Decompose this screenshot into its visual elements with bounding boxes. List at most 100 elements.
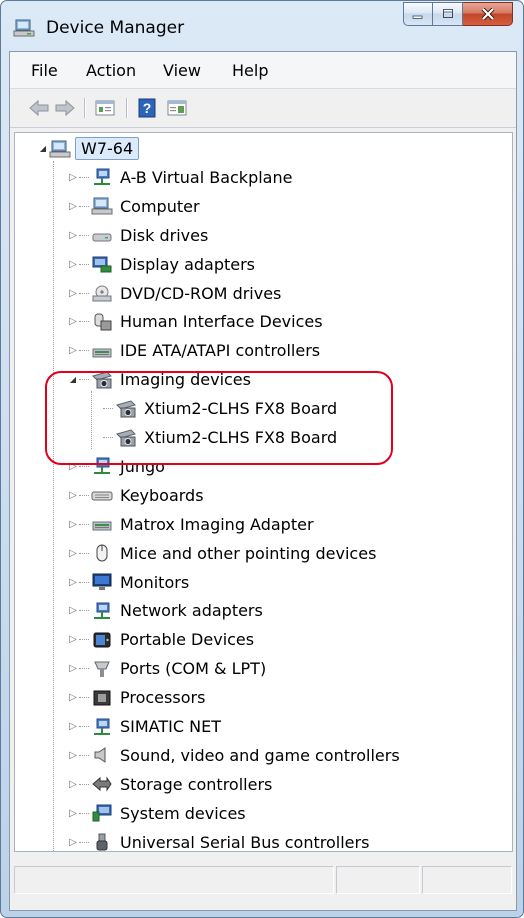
speaker-icon [91, 745, 113, 765]
tree-connector-dots [79, 494, 89, 496]
expand-arrow-icon[interactable]: ▷ [67, 605, 79, 616]
maximize-icon [442, 9, 453, 18]
expand-arrow-icon[interactable]: ▷ [67, 288, 79, 299]
processor-icon [91, 688, 113, 708]
tree-category[interactable]: ▷ Matrox Imaging Adapter [67, 510, 317, 539]
tree-category[interactable]: ▷ Monitors [67, 568, 192, 597]
tree-item-label: SIMATIC NET [120, 717, 221, 736]
expand-arrow-icon[interactable]: ▷ [67, 663, 79, 674]
device-tree[interactable]: ◢ W7-64 ▷ A-B Virtual Backplane ▷ Computer ▷ Di… [14, 132, 513, 852]
tree-category[interactable]: ▷ System devices [67, 799, 249, 828]
tree-connector-dots [79, 841, 89, 843]
tree-connector-dots [79, 292, 89, 294]
tree-category[interactable]: ▷ Processors [67, 683, 208, 712]
tree-connector-dots [79, 321, 89, 323]
expand-arrow-icon[interactable]: ▷ [67, 548, 79, 559]
tree-category[interactable]: ▷ Portable Devices [67, 625, 257, 654]
tree-item-label: Network adapters [120, 601, 263, 621]
expand-arrow-icon[interactable]: ▷ [67, 230, 79, 241]
tree-root-w7-64[interactable]: ◢ W7-64 [37, 134, 140, 163]
tree-item-label: Processors [120, 688, 206, 708]
tree-category[interactable]: ▷ SIMATIC NET [67, 712, 224, 741]
tree-item-label: DVD/CD-ROM drives [120, 283, 282, 303]
network-adapter-icon [91, 717, 113, 737]
tree-category[interactable]: ▷ Ports (COM & LPT) [67, 654, 269, 683]
ide-controller-icon [91, 514, 113, 534]
device-manager-window: Device Manager File Action View Help ? ◢… [0, 0, 524, 918]
status-bar [10, 858, 516, 902]
expand-arrow-icon[interactable]: ▷ [67, 519, 79, 530]
expand-arrow-icon[interactable]: ▷ [67, 721, 79, 732]
display-adapter-icon [91, 254, 113, 274]
tree-connector-dots [79, 754, 89, 756]
expand-arrow-icon[interactable]: ▷ [67, 259, 79, 270]
tree-category[interactable]: ▷ Disk drives [67, 221, 211, 250]
expand-arrow-icon[interactable]: ▷ [67, 490, 79, 501]
tree-category[interactable]: ▷ Display adapters [67, 250, 258, 279]
tree-connector-dots [79, 812, 89, 814]
expand-arrow-icon[interactable]: ▷ [67, 172, 79, 183]
toolbar-separator [126, 98, 128, 118]
expand-arrow-icon[interactable]: ▷ [67, 316, 79, 327]
tree-item-label: Disk drives [120, 225, 209, 245]
ide-controller-icon [91, 341, 113, 361]
tree-item-label: System devices [120, 803, 246, 823]
tree-category[interactable]: ▷ Mice and other pointing devices [67, 539, 379, 568]
tree-item-label: Sound, video and game controllers [120, 745, 400, 765]
tree-category[interactable]: ▷ Human Interface Devices [67, 307, 326, 336]
expand-arrow-icon[interactable]: ▷ [67, 201, 79, 212]
hid-icon [91, 312, 113, 332]
tree-category[interactable]: ▷ Sound, video and game controllers [67, 741, 403, 770]
tree-connector-dots [79, 581, 89, 583]
forward-button[interactable] [54, 98, 76, 118]
tree-item-label: Human Interface Devices [120, 312, 323, 332]
expand-arrow-icon[interactable]: ▷ [67, 750, 79, 761]
tree-category[interactable]: ▷ A-B Virtual Backplane [67, 163, 295, 192]
tree-connector-dots [79, 465, 89, 467]
console-tree-button[interactable] [166, 98, 188, 118]
maximize-button[interactable] [433, 2, 463, 26]
expand-arrow-icon[interactable]: ▷ [67, 577, 79, 588]
properties-button[interactable] [94, 98, 116, 118]
menu-view[interactable]: View [163, 61, 201, 80]
help-button[interactable]: ? [136, 98, 158, 118]
tree-item-label: Portable Devices [120, 630, 255, 650]
expand-arrow-icon[interactable]: ▷ [67, 779, 79, 790]
expand-arrow-icon[interactable]: ▷ [67, 808, 79, 819]
tree-connector-dots [79, 552, 89, 554]
monitor-icon [91, 572, 113, 592]
window-title: Device Manager [46, 18, 185, 38]
network-adapter-icon [91, 601, 113, 621]
tree-connector-dots [79, 639, 89, 641]
help-icon: ? [138, 98, 156, 118]
tree-category[interactable]: ▷ Keyboards [67, 481, 207, 510]
forward-arrow-icon [55, 99, 75, 117]
menu-action[interactable]: Action [86, 61, 136, 80]
tree-category[interactable]: ▷ Computer [67, 192, 203, 221]
back-arrow-icon [29, 99, 49, 117]
expand-arrow-icon[interactable]: ▷ [67, 692, 79, 703]
close-button[interactable] [463, 2, 513, 26]
tree-category[interactable]: ▷ IDE ATA/ATAPI controllers [67, 336, 323, 365]
tree-category[interactable]: ▷ Network adapters [67, 596, 266, 625]
tree-category[interactable]: ▷ DVD/CD-ROM drives [67, 279, 284, 308]
back-button[interactable] [28, 98, 50, 118]
tree-item-label: Computer [120, 196, 200, 216]
minimize-button[interactable] [403, 2, 433, 26]
root-label: W7-64 [75, 137, 140, 160]
title-bar[interactable]: Device Manager [1, 1, 523, 51]
tree-category[interactable]: ▷ Universal Serial Bus controllers [67, 828, 372, 851]
tree-item-label: IDE ATA/ATAPI controllers [120, 341, 321, 361]
menu-file[interactable]: File [31, 61, 58, 80]
expand-arrow-icon[interactable]: ▷ [67, 345, 79, 356]
portable-device-icon [91, 630, 113, 650]
menu-help[interactable]: Help [232, 61, 268, 80]
tree-item-label: Display adapters [120, 254, 256, 274]
tree-category[interactable]: ▷ Storage controllers [67, 770, 275, 799]
expand-arrow-icon[interactable]: ▷ [67, 837, 79, 848]
expand-arrow-icon[interactable]: ▷ [67, 634, 79, 645]
collapse-arrow-icon[interactable]: ◢ [37, 144, 49, 153]
keyboard-icon [91, 485, 113, 505]
tree-connector-dots [79, 263, 89, 265]
menu-bar: File Action View Help [10, 52, 516, 89]
